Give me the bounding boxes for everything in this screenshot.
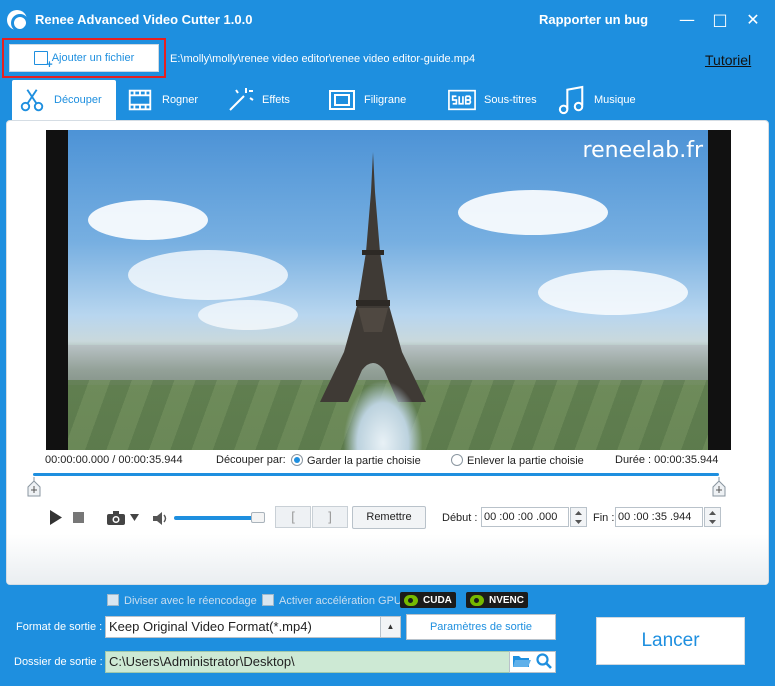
radio-unchecked-icon bbox=[451, 454, 463, 466]
timeline-track[interactable] bbox=[33, 473, 719, 476]
nvenc-badge: NVENC bbox=[466, 592, 529, 608]
playback-controls: [ ] Remettre Début : 00 :00 :00 .000 Fin… bbox=[7, 506, 770, 532]
end-marker-handle[interactable] bbox=[712, 477, 726, 497]
volume-slider-knob[interactable] bbox=[251, 512, 265, 523]
close-icon[interactable]: ✕ bbox=[742, 9, 764, 31]
open-folder-icon[interactable] bbox=[512, 654, 531, 671]
cloud bbox=[128, 250, 288, 300]
crop-icon bbox=[126, 86, 154, 114]
remove-part-radio[interactable]: Enlever la partie choisie bbox=[451, 454, 584, 467]
cloud bbox=[458, 190, 608, 235]
panel-shade bbox=[7, 534, 768, 584]
cloud bbox=[198, 300, 298, 330]
gpu-accel-label: Activer accélération GPU bbox=[279, 595, 402, 607]
nvidia-icon bbox=[404, 594, 418, 606]
magic-wand-icon bbox=[226, 86, 254, 114]
dropdown-arrow-icon[interactable]: ▲ bbox=[380, 617, 400, 637]
folder-tools bbox=[509, 651, 556, 673]
title-bar: Renee Advanced Video Cutter 1.0.0 Rappor… bbox=[0, 0, 775, 40]
tab-filigrane[interactable]: Filigrane bbox=[322, 80, 412, 120]
run-button[interactable]: Lancer bbox=[596, 617, 745, 665]
tab-label: Effets bbox=[262, 94, 290, 106]
set-out-point-button[interactable]: ] bbox=[312, 506, 348, 528]
fountain bbox=[343, 380, 423, 450]
time-display: 00:00:00.000 / 00:00:35.944 bbox=[45, 454, 183, 466]
split-reencode-label: Diviser avec le réencodage bbox=[124, 595, 257, 607]
start-marker-handle[interactable] bbox=[27, 477, 41, 497]
output-format-select[interactable]: Keep Original Video Format(*.mp4) ▲ bbox=[105, 616, 401, 638]
output-folder-label: Dossier de sortie : bbox=[14, 656, 103, 668]
tab-sous-titres[interactable]: Sous-titres bbox=[442, 80, 543, 120]
report-bug-link[interactable]: Rapporter un bug bbox=[539, 12, 648, 27]
keep-part-radio[interactable]: Garder la partie choisie bbox=[291, 454, 421, 467]
start-time-input[interactable]: 00 :00 :00 .000 bbox=[481, 507, 569, 527]
volume-slider[interactable] bbox=[174, 516, 262, 520]
output-settings-button[interactable]: Paramètres de sortie bbox=[406, 614, 556, 640]
split-reencode-checkbox[interactable]: Diviser avec le réencodage bbox=[107, 594, 257, 607]
duration-display: Durée : 00:00:35.944 bbox=[615, 454, 719, 466]
editor-panel: reneelab.fr 00:00:00.000 / 00:00:35.944 … bbox=[6, 120, 769, 585]
cloud bbox=[88, 200, 208, 240]
tab-bar: Découper Rogner Effets Filigrane Sous-ti… bbox=[12, 80, 772, 120]
tab-decouper[interactable]: Découper bbox=[12, 80, 116, 120]
volume-icon[interactable] bbox=[153, 512, 169, 525]
cuda-label: CUDA bbox=[423, 594, 452, 606]
cuda-badge: CUDA bbox=[400, 592, 456, 608]
start-time-stepper[interactable] bbox=[570, 507, 587, 527]
end-time-stepper[interactable] bbox=[704, 507, 721, 527]
remove-part-label: Enlever la partie choisie bbox=[467, 455, 584, 467]
file-path: E:\molly\molly\renee video editor\renee … bbox=[170, 53, 476, 65]
start-time-label: Début : bbox=[442, 512, 478, 524]
output-format-label: Format de sortie : bbox=[16, 621, 103, 633]
gpu-accel-checkbox[interactable]: Activer accélération GPU bbox=[262, 594, 402, 607]
video-preview[interactable]: reneelab.fr bbox=[46, 130, 731, 450]
app-logo-icon bbox=[7, 10, 29, 32]
nvidia-icon bbox=[470, 594, 484, 606]
music-note-icon bbox=[558, 85, 586, 115]
tab-label: Découper bbox=[54, 94, 102, 106]
output-format-value: Keep Original Video Format(*.mp4) bbox=[109, 619, 312, 634]
checkbox-icon bbox=[107, 594, 119, 606]
chevron-down-icon[interactable] bbox=[130, 514, 139, 521]
maximize-icon[interactable]: □ bbox=[709, 9, 731, 31]
video-watermark: reneelab.fr bbox=[582, 138, 703, 163]
watermark-icon bbox=[328, 86, 356, 114]
radio-checked-icon bbox=[291, 454, 303, 466]
camera-icon[interactable] bbox=[107, 511, 127, 525]
tab-label: Rogner bbox=[162, 94, 199, 106]
add-file-icon bbox=[33, 51, 53, 71]
tab-effets[interactable]: Effets bbox=[220, 80, 296, 120]
end-time-label: Fin : bbox=[593, 512, 615, 524]
minimize-icon[interactable]: — bbox=[676, 9, 698, 31]
subtitle-icon bbox=[448, 86, 476, 114]
tab-rogner[interactable]: Rogner bbox=[120, 80, 204, 120]
add-file-highlight: Ajouter un fichier bbox=[2, 38, 166, 78]
add-file-button[interactable]: Ajouter un fichier bbox=[9, 44, 159, 72]
tab-musique[interactable]: Musique bbox=[552, 80, 642, 120]
tutorial-link[interactable]: Tutoriel bbox=[705, 52, 751, 68]
cut-by-label: Découper par: bbox=[216, 454, 286, 466]
add-file-label: Ajouter un fichier bbox=[51, 52, 135, 64]
video-frame bbox=[68, 130, 708, 450]
end-time-input[interactable]: 00 :00 :35 .944 bbox=[615, 507, 703, 527]
stop-icon[interactable] bbox=[73, 512, 84, 523]
output-folder-input[interactable]: C:\Users\Administrator\Desktop\ bbox=[105, 651, 511, 673]
tab-label: Sous-titres bbox=[484, 94, 537, 106]
tab-label: Filigrane bbox=[364, 94, 407, 106]
app-title: Renee Advanced Video Cutter 1.0.0 bbox=[35, 12, 253, 27]
set-in-point-button[interactable]: [ bbox=[275, 506, 311, 528]
keep-part-label: Garder la partie choisie bbox=[307, 455, 421, 467]
nvenc-label: NVENC bbox=[489, 594, 525, 606]
search-icon[interactable] bbox=[536, 652, 553, 672]
reset-button[interactable]: Remettre bbox=[352, 506, 426, 529]
eiffel-tower bbox=[320, 152, 426, 402]
cloud bbox=[538, 270, 688, 315]
tab-label: Musique bbox=[594, 94, 636, 106]
checkbox-icon bbox=[262, 594, 274, 606]
play-icon[interactable] bbox=[49, 510, 63, 525]
scissors-icon bbox=[18, 86, 46, 114]
